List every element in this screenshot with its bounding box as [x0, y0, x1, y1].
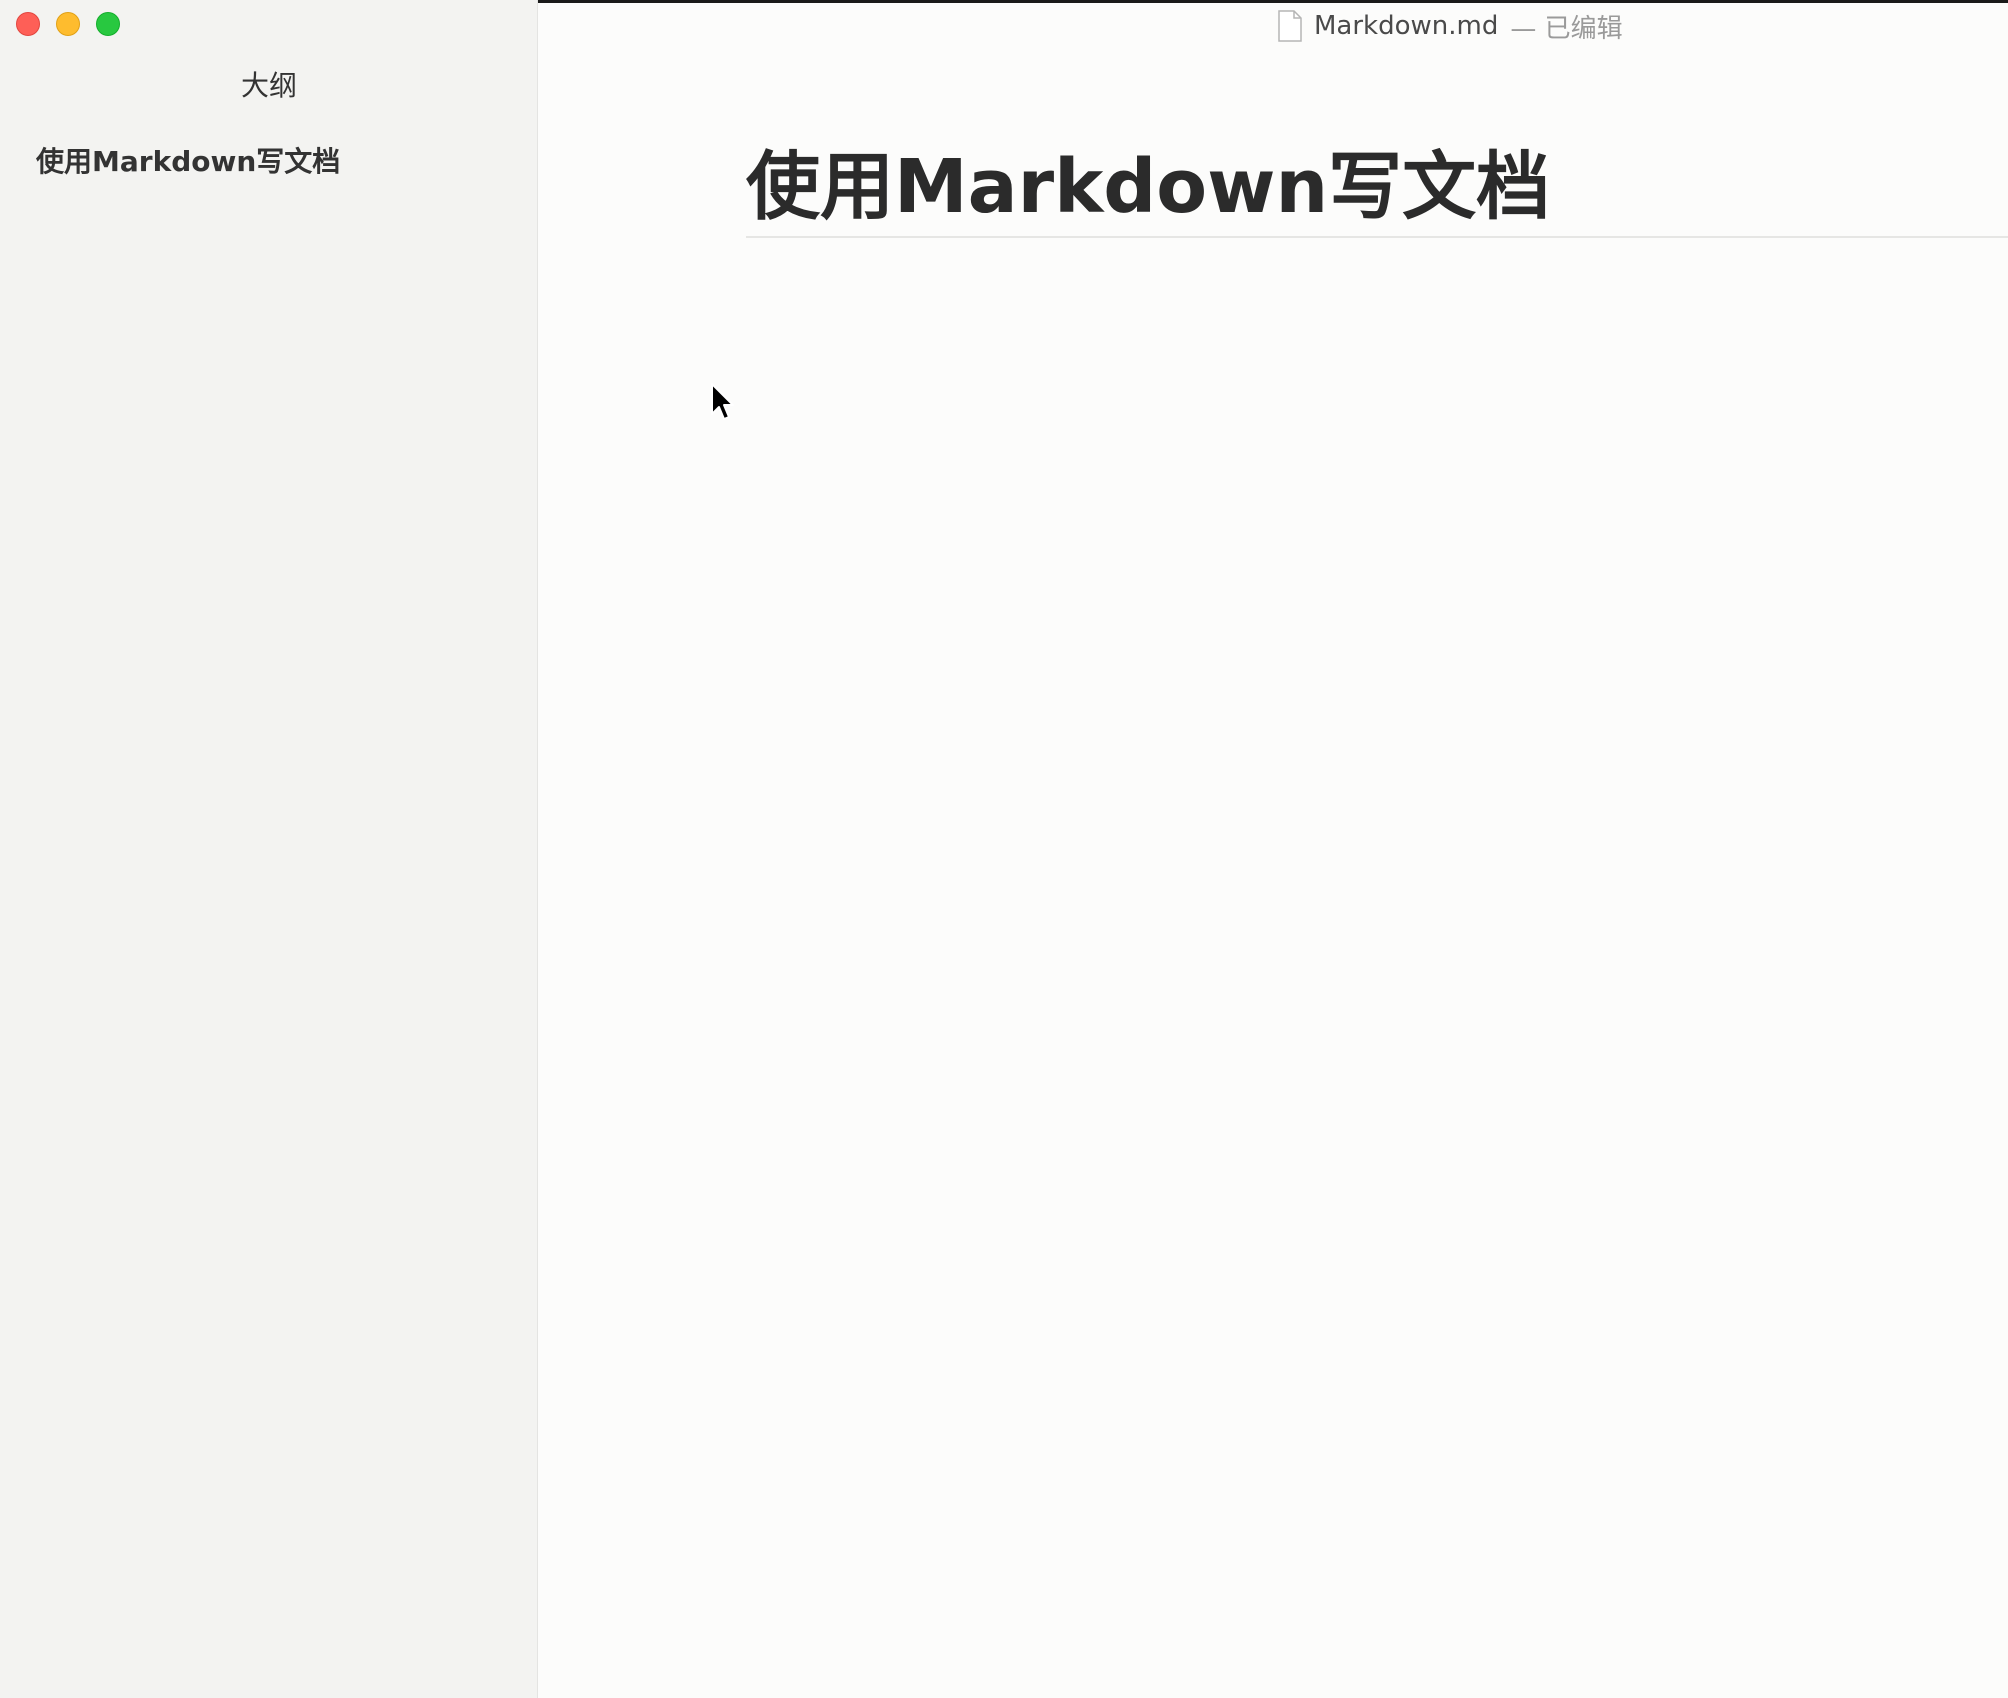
close-window-button[interactable] — [16, 12, 40, 36]
sidebar-title: 大纲 — [240, 69, 297, 102]
window-edited-status: — 已编辑 — [1510, 13, 1623, 44]
window-title: Markdown.md — 已编辑 — [1278, 8, 1623, 44]
heading-underline — [746, 236, 2008, 238]
minimize-window-button[interactable] — [56, 12, 80, 36]
editor-area[interactable]: 使用Markdown写文档 — [538, 50, 2008, 1698]
outline-item-heading[interactable]: 使用Markdown写文档 — [36, 140, 340, 180]
app-window: 大纲 使用Markdown写文档 Markdown.md — 已编辑 使用Mar… — [0, 0, 2008, 1698]
document-heading[interactable]: 使用Markdown写文档 — [746, 150, 1550, 224]
window-filename: Markdown.md — [1314, 11, 1499, 41]
maximize-window-button[interactable] — [96, 12, 120, 36]
title-bar: Markdown.md — 已编辑 — [538, 0, 2008, 50]
document-icon — [1278, 10, 1302, 42]
outline-sidebar: 大纲 使用Markdown写文档 — [0, 0, 538, 1698]
mouse-pointer-icon — [710, 382, 736, 422]
